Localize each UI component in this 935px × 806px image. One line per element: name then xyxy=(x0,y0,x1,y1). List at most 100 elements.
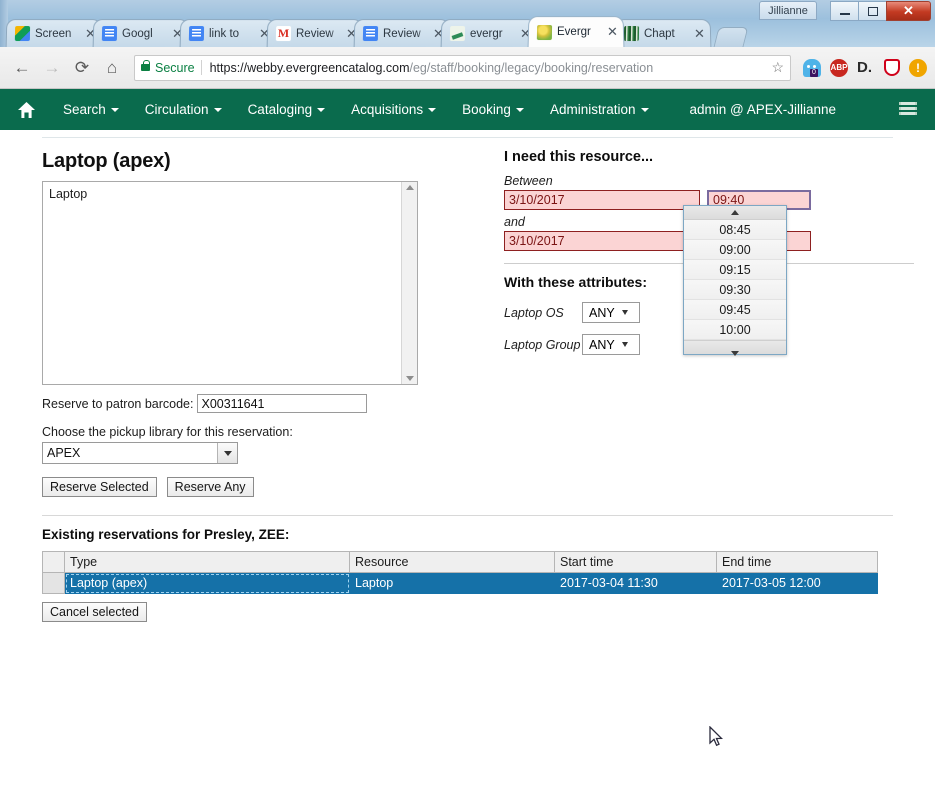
column-header-resource[interactable]: Resource xyxy=(349,551,555,573)
back-icon: ← xyxy=(13,57,31,77)
home-button[interactable]: ⌂ xyxy=(98,54,126,82)
time-option[interactable]: 09:15 xyxy=(684,260,786,280)
hamburger-bar xyxy=(899,102,917,105)
omnibox-divider xyxy=(200,60,202,75)
browser-tab-active[interactable]: Evergr ✕ xyxy=(527,16,625,47)
new-tab-button[interactable] xyxy=(713,27,749,47)
cell-end-time[interactable]: 2017-03-05 12:00 xyxy=(716,572,878,594)
chevron-down-icon xyxy=(213,107,222,112)
cell-resource[interactable]: Laptop xyxy=(349,572,555,594)
bookmark-star-icon[interactable]: ☆ xyxy=(771,59,784,76)
browser-tab[interactable]: Googl ✕ xyxy=(92,19,190,47)
cell-start-time[interactable]: 2017-03-04 11:30 xyxy=(554,572,717,594)
ghostery-icon[interactable]: 0 xyxy=(803,58,821,77)
adblock-plus-icon[interactable]: ABP xyxy=(830,58,848,77)
nav-label: Circulation xyxy=(144,102,209,117)
disconnect-icon[interactable]: D. xyxy=(857,59,875,77)
list-item[interactable]: Laptop xyxy=(49,186,411,202)
forward-button[interactable]: → xyxy=(38,54,66,82)
home-icon xyxy=(17,101,35,118)
listbox-scrollbar[interactable] xyxy=(401,182,417,384)
window-controls: ✕ xyxy=(830,1,931,21)
hamburger-bar xyxy=(899,112,917,115)
pickup-library-select[interactable]: APEX xyxy=(42,442,238,464)
select-arrow-icon[interactable] xyxy=(217,443,237,463)
scroll-up-icon[interactable] xyxy=(405,185,414,190)
reload-icon: ⟳ xyxy=(74,57,90,77)
scroll-down-icon[interactable] xyxy=(405,376,414,381)
nav-label: Acquisitions xyxy=(351,102,424,117)
lock-icon xyxy=(141,60,150,71)
nav-item-circulation[interactable]: Circulation xyxy=(132,89,235,130)
table-row[interactable]: Laptop (apex) Laptop 2017-03-04 11:30 20… xyxy=(42,572,878,594)
url-host: https://webby.evergreencatalog.com xyxy=(209,60,410,75)
tab-title: Review xyxy=(382,27,421,40)
reservation-panels: Laptop (apex) Laptop Reserve to patron b… xyxy=(0,138,935,497)
nav-user-label[interactable]: admin @ APEX-Jillianne xyxy=(690,102,837,117)
pickup-library-label: Choose the pickup library for this reser… xyxy=(42,425,293,439)
privacy-shield-icon[interactable] xyxy=(884,59,900,76)
browser-tab[interactable]: Review ✕ xyxy=(353,19,451,47)
hamburger-menu-icon[interactable] xyxy=(899,102,917,117)
patron-barcode-row: Reserve to patron barcode: X00311641 xyxy=(42,394,462,413)
security-label: Secure xyxy=(155,60,195,75)
reserve-selected-button[interactable]: Reserve Selected xyxy=(42,477,157,497)
dropdown-scroll-up[interactable] xyxy=(684,206,786,220)
laptop-os-select[interactable]: ANY xyxy=(582,302,640,323)
reload-button[interactable]: ⟳ xyxy=(68,54,96,82)
extension-toolbar: 0 ABP D. ! xyxy=(799,58,927,77)
nav-item-booking[interactable]: Booking xyxy=(449,89,537,130)
time-option[interactable]: 10:00 xyxy=(684,320,786,340)
browser-tab[interactable]: link to ✕ xyxy=(179,19,277,47)
row-select-cell[interactable] xyxy=(42,572,65,594)
time-dropdown-popup[interactable]: 08:45 09:00 09:15 09:30 09:45 10:00 xyxy=(683,205,787,356)
nav-item-acquisitions[interactable]: Acquisitions xyxy=(338,89,449,130)
dropdown-scroll-down[interactable] xyxy=(684,340,786,356)
table-header-row: Type Resource Start time End time xyxy=(42,551,878,573)
google-docs-icon xyxy=(362,26,379,42)
minimize-button[interactable] xyxy=(830,1,859,21)
browser-window: Jillianne ✕ Screen ✕ Googl ✕ link to ✕ M… xyxy=(0,0,935,806)
profile-chip[interactable]: Jillianne xyxy=(759,1,817,20)
cell-type[interactable]: Laptop (apex) xyxy=(64,572,350,594)
start-date-input[interactable]: 3/10/2017 xyxy=(504,190,700,210)
resource-listbox[interactable]: Laptop xyxy=(42,181,418,385)
tab-close-icon[interactable]: ✕ xyxy=(606,24,619,39)
nav-item-administration[interactable]: Administration xyxy=(537,89,662,130)
column-header-start-time[interactable]: Start time xyxy=(554,551,717,573)
chevron-down-icon xyxy=(317,107,326,112)
laptop-group-select[interactable]: ANY xyxy=(582,334,640,355)
column-header-type[interactable]: Type xyxy=(64,551,350,573)
alert-label: ! xyxy=(916,60,920,75)
attribute-value: ANY xyxy=(589,337,615,352)
tab-close-icon[interactable]: ✕ xyxy=(693,26,706,41)
back-button[interactable]: ← xyxy=(8,54,36,82)
reserve-any-button[interactable]: Reserve Any xyxy=(166,477,254,497)
cancel-selected-button[interactable]: Cancel selected xyxy=(42,602,147,622)
time-option[interactable]: 09:45 xyxy=(684,300,786,320)
patron-barcode-input[interactable]: X00311641 xyxy=(197,394,368,413)
browser-tab[interactable]: evergr ✕ xyxy=(440,19,538,47)
reserve-button-row: Reserve Selected Reserve Any xyxy=(42,477,462,497)
ghostery-badge: 0 xyxy=(810,68,818,77)
attribute-label: Laptop OS xyxy=(504,305,564,320)
nav-item-cataloging[interactable]: Cataloging xyxy=(235,89,339,130)
close-window-button[interactable]: ✕ xyxy=(886,1,931,21)
time-option[interactable]: 09:00 xyxy=(684,240,786,260)
column-header-end-time[interactable]: End time xyxy=(716,551,878,573)
browser-tab[interactable]: Screen ✕ xyxy=(5,19,103,47)
browser-tab[interactable]: Chapt ✕ xyxy=(614,19,712,47)
minimize-icon xyxy=(839,13,850,15)
address-bar[interactable]: Secure https://webby.evergreencatalog.co… xyxy=(134,54,791,81)
between-label: Between xyxy=(504,174,553,188)
time-option[interactable]: 08:45 xyxy=(684,220,786,240)
close-icon: ✕ xyxy=(903,3,914,18)
alert-icon[interactable]: ! xyxy=(909,58,927,77)
nav-item-search[interactable]: Search xyxy=(50,89,132,130)
nav-home-button[interactable] xyxy=(10,101,42,119)
tab-title: Evergr xyxy=(556,26,591,39)
maximize-button[interactable] xyxy=(858,1,887,21)
end-date-input[interactable]: 3/10/2017 xyxy=(504,231,700,251)
time-option[interactable]: 09:30 xyxy=(684,280,786,300)
browser-tab[interactable]: M Review ✕ xyxy=(266,19,364,47)
